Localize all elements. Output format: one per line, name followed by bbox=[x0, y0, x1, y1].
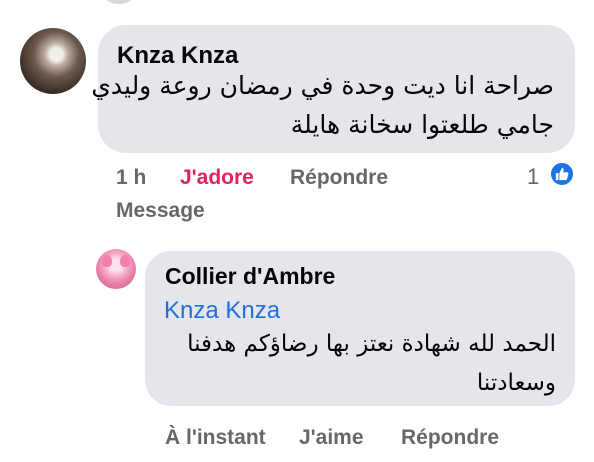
comment-author[interactable]: Knza Knza bbox=[117, 42, 238, 70]
avatar-detail bbox=[120, 255, 130, 267]
avatar[interactable] bbox=[96, 249, 136, 289]
comment-text-line: صراحة انا ديت وحدة في رمضان روعة وليدي bbox=[91, 71, 554, 100]
avatar-detail bbox=[102, 255, 112, 267]
reply-timestamp[interactable]: À l'instant bbox=[165, 426, 266, 450]
avatar[interactable] bbox=[20, 28, 86, 94]
react-button[interactable]: J'adore bbox=[180, 166, 254, 190]
comment-text-line: جامي طلعتوا سخانة هايلة bbox=[290, 110, 554, 139]
reply-text-line: الحمد لله شهادة نعتز بها رضاؤكم هدفنا bbox=[187, 331, 556, 357]
mention-link[interactable]: Knza Knza bbox=[164, 297, 280, 325]
reply-author[interactable]: Collier d'Ambre bbox=[165, 263, 335, 290]
like-button[interactable]: J'aime bbox=[299, 426, 364, 450]
reaction-count[interactable]: 1 bbox=[527, 164, 539, 190]
reply-text-line: وسعادتنا bbox=[476, 370, 556, 396]
comment-thread: Knza Knza صراحة انا ديت وحدة في رمضان رو… bbox=[0, 0, 594, 462]
previous-item-fragment bbox=[104, 0, 134, 4]
like-icon[interactable] bbox=[549, 161, 575, 187]
message-button[interactable]: Message bbox=[116, 199, 205, 223]
reply-button[interactable]: Répondre bbox=[401, 426, 499, 450]
comment-timestamp[interactable]: 1 h bbox=[116, 166, 146, 190]
reply-button[interactable]: Répondre bbox=[290, 166, 388, 190]
